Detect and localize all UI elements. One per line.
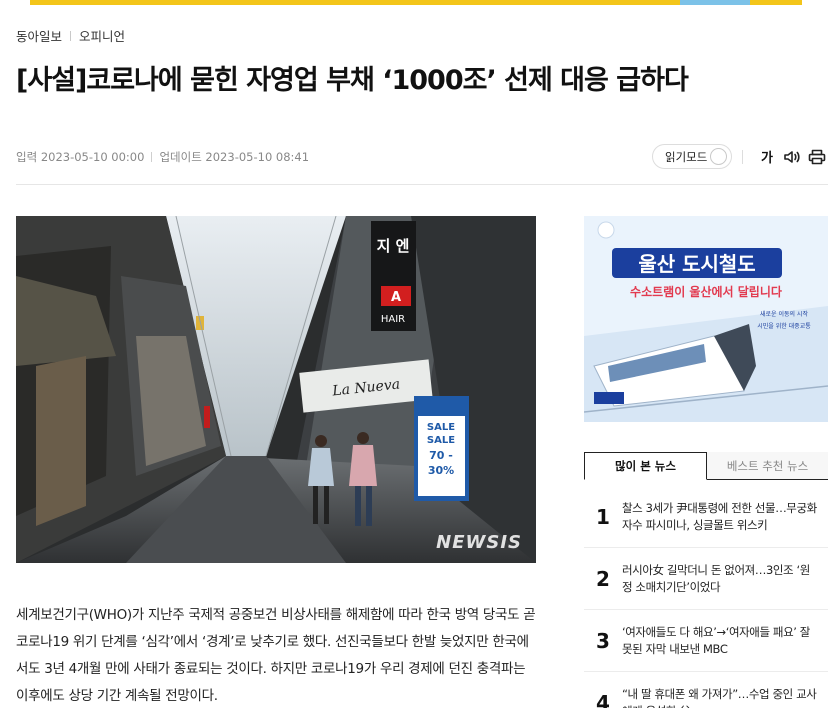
photo-sale-line-3: 70 -: [429, 449, 453, 462]
tools-divider: [742, 149, 743, 164]
side-ad-banner[interactable]: 울산 도시철도 수소트램이 울산에서 달립니다 새로운 이동의 시작 시민을 위…: [584, 216, 828, 422]
breadcrumb-divider: [70, 30, 72, 41]
readmode-label: 읽기모드: [665, 149, 708, 164]
article-photo[interactable]: 지 엔 A HAIR La Nueva SALE SALE 70 - 30% N…: [16, 216, 536, 563]
photo-sale-line-1: SALE: [427, 422, 455, 433]
tab-most-viewed[interactable]: 많이 본 뉴스: [584, 452, 707, 480]
top-ad-banner[interactable]: [0, 0, 835, 8]
ad-tag-2: 시민을 위한 대중교통: [757, 322, 811, 330]
ad-tag-1: 새로운 이동의 시작: [760, 310, 808, 318]
rank-number: 3: [596, 628, 610, 653]
photo-hair-sign: HAIR: [381, 314, 405, 325]
rank-number: 4: [596, 690, 610, 708]
photo-sale-line-2: SALE: [427, 435, 455, 446]
ranking-item-2[interactable]: 2 러시아女 길막더니 돈 없어져…3인조 ‘원정 소매치기단’이었다: [584, 548, 828, 610]
meta-divider: [151, 152, 153, 162]
street-photo-illustration: 지 엔 A HAIR La Nueva SALE SALE 70 - 30%: [16, 216, 536, 563]
updated-time: 업데이트 2023-05-10 08:41: [159, 150, 310, 164]
ranking-list: 1 찰스 3세가 尹대통령에 전한 선물…무궁화 자수 파시미나, 싱글몰트 위…: [584, 486, 828, 708]
print-icon[interactable]: [806, 146, 828, 168]
font-size-button[interactable]: 가: [756, 146, 778, 168]
breadcrumb: 동아일보 오피니언: [16, 26, 125, 45]
toggle-switch-icon: [710, 148, 727, 165]
article-tools: 읽기모드 가: [652, 144, 828, 169]
news-ranking-tabs: 많이 본 뉴스 베스트 추천 뉴스: [584, 452, 828, 480]
breadcrumb-site-link[interactable]: 동아일보: [16, 26, 62, 45]
photo-sale-line-4: 30%: [428, 464, 454, 477]
ranking-item-1[interactable]: 1 찰스 3세가 尹대통령에 전한 선물…무궁화 자수 파시미나, 싱글몰트 위…: [584, 486, 828, 548]
article-meta: 입력 2023-05-10 00:00 업데이트 2023-05-10 08:4…: [16, 149, 309, 165]
rank-number: 2: [596, 566, 610, 591]
ranking-item-title[interactable]: 러시아女 길막더니 돈 없어져…3인조 ‘원정 소매치기단’이었다: [622, 562, 828, 596]
readmode-toggle-button[interactable]: 읽기모드: [652, 144, 732, 169]
header-divider: [16, 184, 828, 185]
ranking-item-title[interactable]: ‘여자애들도 다 해요’→‘여자애들 패요’ 잘못된 자막 내보낸 MBC: [622, 624, 828, 658]
photo-hair-letter: A: [391, 290, 401, 305]
ranking-item-title[interactable]: 찰스 3세가 尹대통령에 전한 선물…무궁화 자수 파시미나, 싱글몰트 위스키: [622, 500, 828, 534]
top-banner-accent: [680, 0, 750, 5]
article-title: [사설]코로나에 묻힌 자영업 부채 ‘1000조’ 선제 대응 급하다: [16, 65, 689, 96]
rank-number: 1: [596, 504, 610, 529]
top-banner-strip: [30, 0, 802, 5]
ranking-item-title[interactable]: “내 딸 휴대폰 왜 가져가”…수업 중인 교사에게 욕설한 父: [622, 686, 828, 708]
ad-title: 울산 도시철도: [638, 252, 755, 276]
ranking-item-3[interactable]: 3 ‘여자애들도 다 해요’→‘여자애들 패요’ 잘못된 자막 내보낸 MBC: [584, 610, 828, 672]
breadcrumb-section-link[interactable]: 오피니언: [79, 26, 125, 45]
ranking-item-4[interactable]: 4 “내 딸 휴대폰 왜 가져가”…수업 중인 교사에게 욕설한 父: [584, 672, 828, 708]
published-time: 입력 2023-05-10 00:00: [16, 150, 145, 164]
ad-illustration: 울산 도시철도 수소트램이 울산에서 달립니다 새로운 이동의 시작 시민을 위…: [584, 216, 828, 422]
article-body-paragraph: 세계보건기구(WHO)가 지난주 국제적 공중보건 비상사태를 해제함에 따라 …: [16, 607, 536, 704]
speaker-icon[interactable]: [781, 146, 803, 168]
ad-subtitle: 수소트램이 울산에서 달립니다: [630, 284, 782, 299]
photo-credit-watermark: NEWSIS: [436, 532, 522, 553]
tab-best-recommended[interactable]: 베스트 추천 뉴스: [707, 452, 828, 480]
photo-vertical-sign-text: 지 엔: [377, 237, 410, 255]
